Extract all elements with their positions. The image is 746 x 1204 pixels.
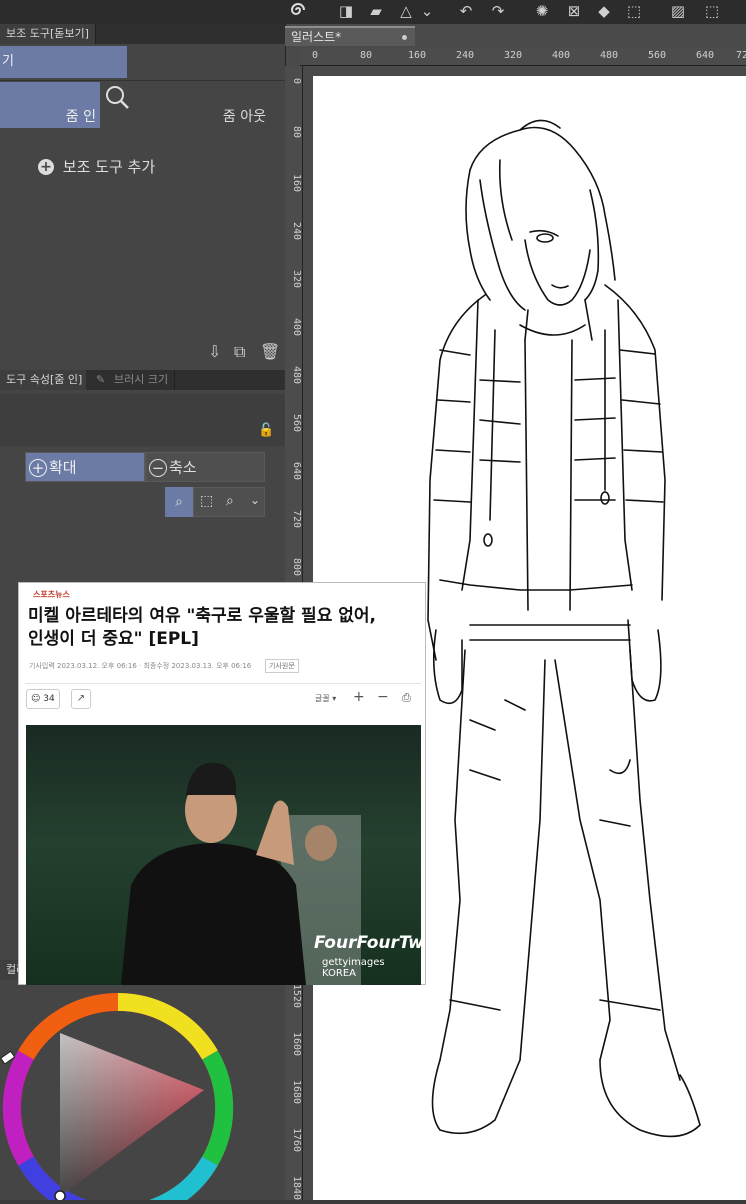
- ruler-label: 80: [360, 50, 373, 61]
- font-button[interactable]: 글꼴 ▾: [315, 693, 336, 704]
- select-icon[interactable]: ⬚: [622, 0, 646, 22]
- tab-brush-size-label: 브러시 크기: [114, 373, 169, 386]
- headline-line-2: 인생이 더 중요" [EPL]: [28, 629, 199, 649]
- warning-icon[interactable]: △: [394, 0, 418, 22]
- hatch-icon[interactable]: ▨: [666, 0, 690, 22]
- photo-watermark-1: FourFourTwo: [314, 933, 421, 953]
- photo-watermark-2: gettyimages KOREA: [322, 957, 385, 979]
- undo-icon[interactable]: ↶: [454, 0, 478, 22]
- plus-circle-icon: +: [38, 158, 54, 175]
- reaction-count: 34: [43, 694, 55, 704]
- bucket-icon[interactable]: ◆: [592, 0, 616, 22]
- share-icon[interactable]: ↗: [71, 689, 91, 709]
- ruler-label: 320: [504, 50, 523, 61]
- news-logo: 스포츠뉴스: [33, 590, 70, 599]
- chevron-down-icon[interactable]: ⌄: [420, 0, 434, 22]
- ruler-label: 240: [456, 50, 475, 61]
- brush-icon: ✎: [96, 373, 106, 386]
- chevron-down-icon: ⌄: [250, 493, 261, 507]
- ruler-label: 800: [291, 558, 302, 577]
- zoom-in-button[interactable]: 줌 인: [0, 82, 100, 128]
- zoom-rect-icon: ⬚: [200, 493, 214, 509]
- shrink-label: 축소: [169, 458, 197, 477]
- original-article-button[interactable]: 기사원문: [265, 659, 299, 673]
- ruler-label: 72: [736, 50, 746, 61]
- zoom-out-label: 줌 아웃: [222, 109, 266, 125]
- property-header: [0, 394, 285, 446]
- trash-icon[interactable]: 🗑: [260, 342, 280, 361]
- horizontal-ruler: 0 80 160 240 320 400 480 560 640 72: [300, 48, 746, 66]
- clear-icon[interactable]: ⊠: [562, 0, 586, 22]
- selection-clear-icon[interactable]: ⬚: [700, 0, 724, 22]
- color-wheel[interactable]: [0, 980, 250, 1204]
- tab-subtool[interactable]: 보조 도구[돋보기]: [0, 24, 96, 44]
- top-toolbar: ◨ ▰ △ ⌄ ↶ ↷ ✺ ⊠ ◆ ⬚ ▨ ⬚: [0, 0, 746, 24]
- ruler-label: 1840: [291, 1176, 302, 1201]
- shrink-button[interactable]: − 축소: [145, 452, 265, 482]
- zoom-select-button[interactable]: ⌕: [165, 487, 193, 517]
- print-icon[interactable]: ⎙: [402, 691, 411, 705]
- news-photo: FourFourTwo gettyimages KOREA: [26, 725, 421, 985]
- ruler-label: 1520: [291, 984, 302, 1009]
- ruler-label: 400: [552, 50, 571, 61]
- download-icon[interactable]: ⇩: [208, 342, 221, 361]
- ruler-label: 1680: [291, 1080, 302, 1105]
- font-label: 글꼴: [315, 694, 330, 703]
- loading-icon[interactable]: ✺: [530, 0, 554, 22]
- color-wheel-panel: [0, 980, 250, 1204]
- minus-circle-icon: −: [149, 458, 167, 477]
- zoom-select-icon: ⌕: [175, 494, 183, 510]
- zoom-in-label: 줌 인: [65, 109, 96, 125]
- enlarge-label: 확대: [49, 458, 77, 477]
- ruler-label: 320: [291, 270, 302, 289]
- redo-icon[interactable]: ↷: [486, 0, 510, 22]
- ruler-label: 560: [648, 50, 667, 61]
- subtool-group-tab[interactable]: 기: [0, 46, 127, 78]
- news-meta: 기사입력 2023.03.12. 오후 06:16 · 최종수정 2023.03…: [29, 662, 252, 670]
- news-screenshot: 스포츠뉴스 미켈 아르테타의 여유 "축구로 우울할 필요 없어, 인생이 더 …: [18, 582, 426, 985]
- ruler-label: 160: [408, 50, 427, 61]
- ruler-label: 480: [600, 50, 619, 61]
- enlarge-button[interactable]: + 확대: [25, 452, 145, 482]
- ruler-label: 240: [291, 222, 302, 241]
- document-tab[interactable]: 일러스트*: [285, 26, 415, 46]
- news-headline: 미켈 아르테타의 여유 "축구로 우울할 필요 없어, 인생이 더 중요" [E…: [28, 605, 423, 651]
- ruler-label: 640: [696, 50, 715, 61]
- zoom-mode-group[interactable]: ⬚ ⌕ ⌄: [193, 487, 265, 517]
- tab-tool-property[interactable]: 도구 속성[줌 인]: [0, 370, 90, 390]
- ruler-label: 0: [312, 50, 319, 61]
- add-subtool-label: 보조 도구 추가: [62, 158, 156, 176]
- headline-line-1: 미켈 아르테타의 여유 "축구로 우울할 필요 없어,: [28, 606, 376, 626]
- add-subtool-button[interactable]: + 보조 도구 추가: [38, 156, 155, 176]
- ruler-label: 1600: [291, 1032, 302, 1057]
- close-dot-icon[interactable]: [402, 35, 407, 40]
- ruler-label: 560: [291, 414, 302, 433]
- ruler-label: 720: [291, 510, 302, 529]
- tab-brush-size[interactable]: ✎ 브러시 크기: [86, 370, 176, 390]
- plus-circle-icon: +: [29, 458, 47, 477]
- transform-icon[interactable]: ◨: [334, 0, 358, 22]
- spiral-icon[interactable]: [286, 0, 310, 22]
- ruler-label: 80: [291, 126, 302, 139]
- subtool-tabbar: 보조 도구[돋보기]: [0, 24, 285, 44]
- emoji-icon: ☺: [31, 694, 41, 704]
- zoom-plus-icon[interactable]: +: [353, 689, 365, 705]
- ruler-label: 160: [291, 174, 302, 193]
- ruler-label: 0: [291, 78, 302, 85]
- zoom-clear-icon: ⌕: [226, 493, 234, 509]
- fill-icon[interactable]: ▰: [364, 0, 388, 22]
- ruler-label: 400: [291, 318, 302, 337]
- reaction-button[interactable]: ☺ 34: [26, 689, 60, 709]
- zoom-minus-icon[interactable]: −: [377, 689, 389, 705]
- ruler-label: 1760: [291, 1128, 302, 1153]
- zoom-out-button[interactable]: 줌 아웃: [120, 82, 268, 128]
- ruler-label: 480: [291, 366, 302, 385]
- property-tabbar: 도구 속성[줌 인] ✎ 브러시 크기: [0, 370, 285, 390]
- lock-icon[interactable]: 🔓: [258, 423, 274, 438]
- document-tab-label: 일러스트*: [291, 30, 342, 44]
- ruler-label: 640: [291, 462, 302, 481]
- duplicate-icon[interactable]: ⧉: [234, 342, 245, 362]
